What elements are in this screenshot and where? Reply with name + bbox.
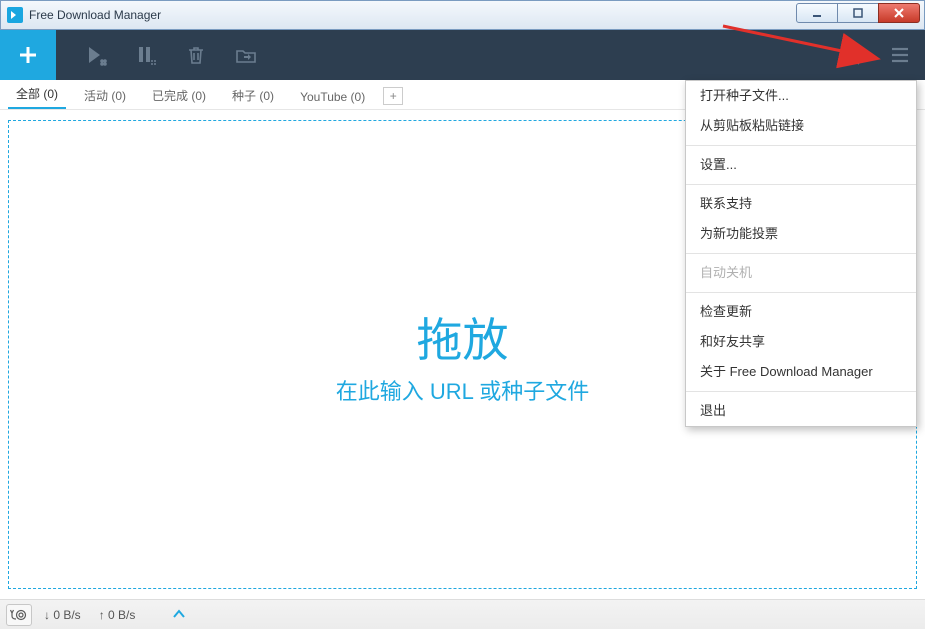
download-speed: ↓ 0 B/s: [44, 608, 81, 622]
start-all-button[interactable]: [71, 30, 121, 80]
tab-active[interactable]: 活动 (0): [76, 83, 134, 109]
drop-subtitle: 在此输入 URL 或种子文件: [336, 374, 589, 406]
menu-separator: [686, 184, 916, 185]
add-download-button[interactable]: [0, 30, 56, 80]
window-controls: [797, 3, 920, 23]
tab-completed[interactable]: 已完成 (0): [144, 83, 214, 109]
minimize-button[interactable]: [796, 3, 838, 23]
toolbar-actions: [56, 30, 271, 80]
delete-button[interactable]: [171, 30, 221, 80]
menu-item-8: 自动关机: [686, 258, 916, 288]
pause-all-button[interactable]: [121, 30, 171, 80]
main-menu: 打开种子文件...从剪贴板粘贴链接设置... 联系支持为新功能投票自动关机检查更新…: [685, 80, 917, 427]
menu-item-1[interactable]: 从剪贴板粘贴链接: [686, 111, 916, 141]
tab-all[interactable]: 全部 (0): [8, 81, 66, 109]
menu-item-11[interactable]: 和好友共享: [686, 327, 916, 357]
menu-separator: [686, 292, 916, 293]
menu-separator: [686, 253, 916, 254]
tab-torrents[interactable]: 种子 (0): [224, 83, 282, 109]
expand-status-button[interactable]: [173, 608, 185, 622]
toolbar-right: [825, 30, 925, 80]
menu-item-6[interactable]: 为新功能投票: [686, 219, 916, 249]
menu-item-14[interactable]: 退出: [686, 396, 916, 426]
app-icon: [7, 7, 23, 23]
menu-button[interactable]: [875, 30, 925, 80]
drop-title: 拖放: [417, 304, 509, 370]
main-toolbar: [0, 30, 925, 80]
close-button[interactable]: [878, 3, 920, 23]
menu-item-0[interactable]: 打开种子文件...: [686, 81, 916, 111]
search-button[interactable]: [825, 30, 875, 80]
menu-item-12[interactable]: 关于 Free Download Manager: [686, 357, 916, 387]
window-title: Free Download Manager: [29, 8, 161, 22]
snail-mode-button[interactable]: [6, 604, 32, 626]
menu-separator: [686, 391, 916, 392]
titlebar: Free Download Manager: [0, 0, 925, 30]
menu-separator: [686, 145, 916, 146]
menu-item-5[interactable]: 联系支持: [686, 189, 916, 219]
add-tab-button[interactable]: +: [383, 87, 403, 105]
tab-youtube[interactable]: YouTube (0): [292, 86, 373, 109]
move-button[interactable]: [221, 30, 271, 80]
maximize-button[interactable]: [837, 3, 879, 23]
statusbar: ↓ 0 B/s ↑ 0 B/s: [0, 599, 925, 629]
menu-item-3[interactable]: 设置...: [686, 150, 916, 180]
menu-item-10[interactable]: 检查更新: [686, 297, 916, 327]
upload-speed: ↑ 0 B/s: [99, 608, 136, 622]
